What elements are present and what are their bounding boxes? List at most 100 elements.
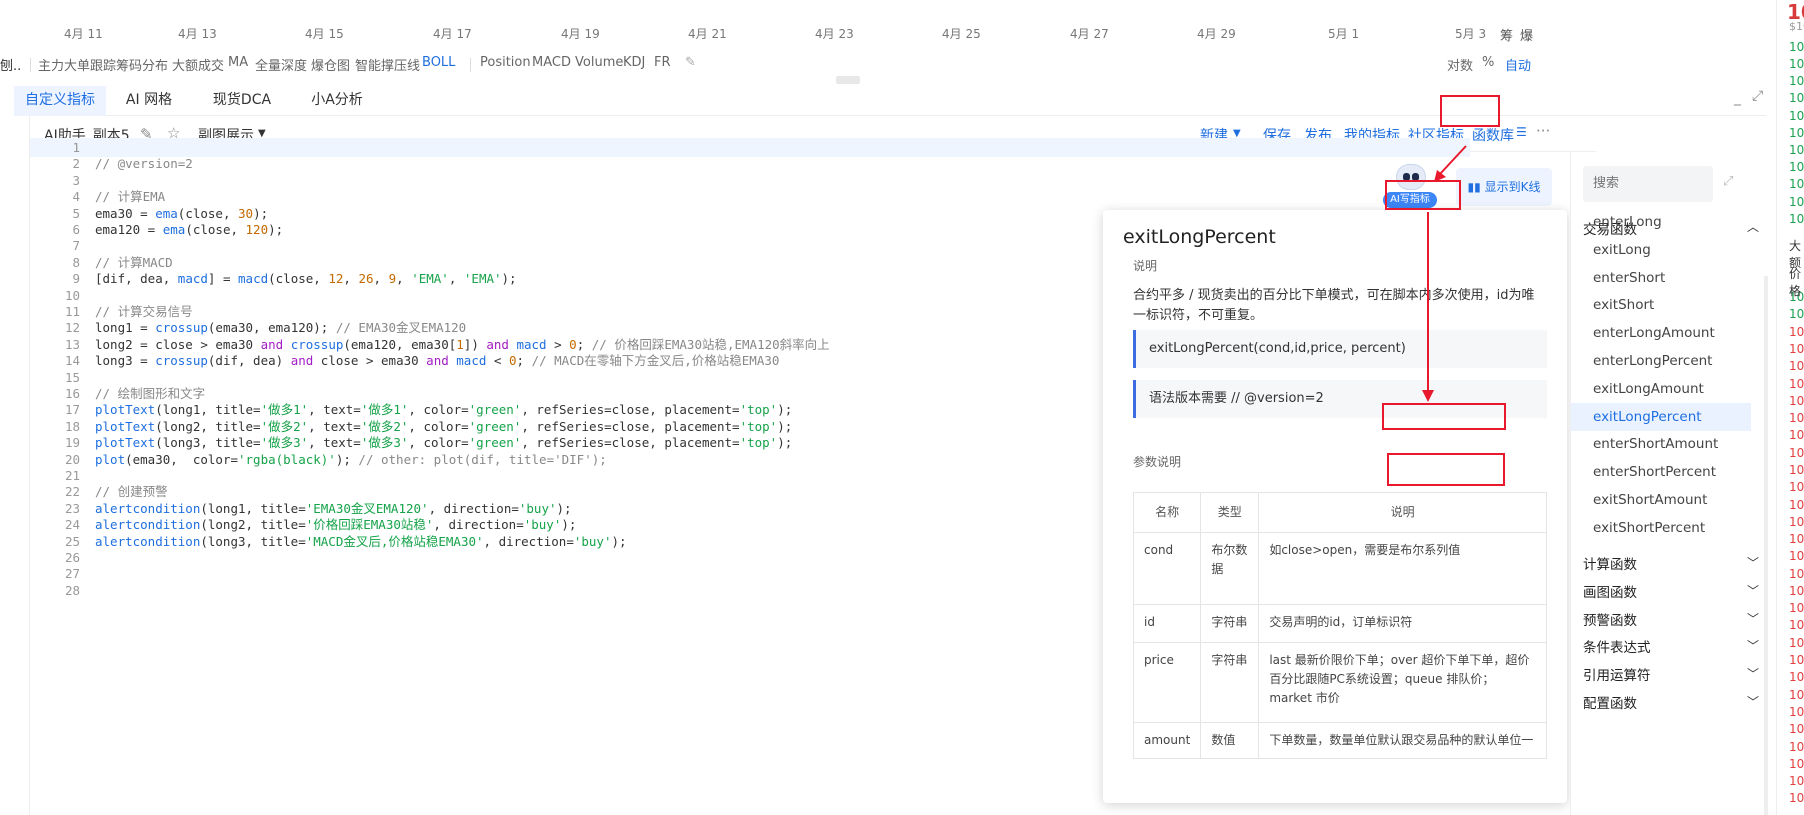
bar-chart-icon: ▮▮ [1467,180,1485,194]
log-scale-toggle[interactable]: 对数 [1447,55,1473,74]
price-level: 10.8 [1789,446,1804,460]
indicator-large-trade[interactable]: 大额成交 [172,55,224,74]
price-level: 10.8 [1789,160,1804,174]
function-help-popup: exitLongPercent 说明 合约平多 / 现货卖出的百分比下单模式，可… [1103,210,1567,803]
chevron-down-icon[interactable]: ﹀ [1747,610,1759,627]
price-level: 10.8 [1789,549,1804,563]
library-scrollbar[interactable] [1764,276,1768,815]
indicator-kdj[interactable]: KDJ [623,55,645,70]
category-item[interactable]: 引用运算符 [1583,664,1651,684]
price-level: 10.8 [1789,670,1804,684]
price-level: 10.8 [1789,636,1804,650]
ai-write-indicator[interactable]: AI写指标 [1380,164,1440,214]
indicator-chip[interactable]: 筹码分布 [116,55,168,74]
percent-toggle[interactable]: % [1482,55,1494,70]
price-level: 10.8 [1789,212,1804,226]
help-desc-label: 说明 [1133,259,1158,273]
function-item-exitShortAmount[interactable]: exitShortAmount [1571,486,1751,514]
indicator-position[interactable]: Position [480,55,531,70]
category-item[interactable]: 条件表达式 [1583,636,1651,656]
date-tick: 5月 3 [1455,27,1487,41]
ai-write-label: AI写指标 [1383,192,1437,208]
chevron-down-icon[interactable]: ﹀ [1747,693,1759,710]
param-name: id [1132,604,1202,643]
edit-icon[interactable]: ✎ [685,55,696,70]
category-item[interactable]: 计算函数 [1583,553,1637,573]
date-tick: 4月 27 [1070,27,1109,41]
category-item[interactable]: 预警函数 [1583,609,1637,629]
date-tick: 4月 25 [942,27,981,41]
param-type: 字符串 [1200,604,1260,643]
table-row: price 字符串 last 最新价限价下单；over 超价下单下单，超价百分比… [1132,642,1547,723]
show-on-kline-button[interactable]: ▮▮ 显示到K线 [1456,168,1552,206]
table-row: cond 布尔数据 如close>open，需要是布尔系列值 [1132,532,1547,605]
date-tick: 4月 13 [178,27,217,41]
indicator-fr[interactable]: FR [654,55,671,70]
function-item-enterShortAmount[interactable]: enterShortAmount [1571,430,1751,458]
price-level: 10.8 [1789,532,1804,546]
category-item[interactable]: 配置函数 [1583,692,1637,712]
left-side-strip [0,116,30,815]
indicator-liquidation[interactable]: 爆仓图 [311,55,350,74]
expand-icon[interactable]: ⤢ [1723,174,1733,189]
function-item-enterLongAmount[interactable]: enterLongAmount [1571,319,1751,347]
indicator-boll[interactable]: BOLL [422,55,455,70]
price-sub: $10 [1789,20,1804,33]
chevron-down-icon[interactable]: ﹀ [1747,582,1759,599]
panel-resize-handle[interactable] [836,76,860,84]
date-tick: 4月 15 [305,27,344,41]
maximize-icon[interactable]: ⤢ [1752,88,1763,104]
function-search-input[interactable] [1583,166,1713,202]
price-level: 10.8 [1789,480,1804,494]
more-icon[interactable]: ··· [1536,122,1550,140]
column-header: 类型 [1200,492,1260,533]
help-signature: exitLongPercent(cond,id,price, percent) [1133,330,1547,368]
function-item-enterShortPercent[interactable]: enterShortPercent [1571,458,1751,486]
minimize-icon[interactable]: _ [1734,90,1741,106]
date-tick: 4月 19 [561,27,600,41]
library-icon: ☰ [1516,125,1527,139]
indicator-macd[interactable]: MACD [532,55,571,70]
function-item-exitShortPercent[interactable]: exitShortPercent [1571,514,1751,542]
function-library-panel: ⤢ 交易函数 ︿ enterLongexitLongenterShortexit… [1570,152,1770,815]
chevron-down-icon[interactable]: ﹀ [1747,554,1759,571]
function-item-enterLongPercent[interactable]: enterLongPercent [1571,347,1751,375]
category-item[interactable]: 画图函数 [1583,581,1637,601]
indicator-volume[interactable]: Volume [575,55,623,70]
tab-ai-grid[interactable]: AI 网格 [106,86,192,116]
function-item-exitLongAmount[interactable]: exitLongAmount [1571,375,1751,403]
price-level: 10.8 [1789,177,1804,191]
chip-toggle[interactable]: 筹 [1500,25,1513,44]
function-item-enterLong[interactable]: enterLong [1571,208,1751,236]
indicator-ma[interactable]: MA [228,55,248,70]
function-item-exitShort[interactable]: exitShort [1571,291,1751,319]
function-item-exitLong[interactable]: exitLong [1571,236,1751,264]
chevron-down-icon[interactable]: ﹀ [1747,665,1759,682]
date-tick: 4月 23 [815,27,854,41]
indicator-depth[interactable]: 全量深度 [255,55,307,74]
indicator-toolbar: 刨.. 主力大单跟踪 筹码分布 大额成交 MA 全量深度 爆仓图 智能撑压线 B… [0,52,1770,78]
chevron-down-icon[interactable]: ﹀ [1747,637,1759,654]
param-type: 数值 [1200,722,1260,759]
indicator-support[interactable]: 智能撑压线 [355,55,420,74]
date-tick: 4月 11 [64,27,103,41]
params-label: 参数说明 [1133,455,1182,469]
auto-scale-toggle[interactable]: 自动 [1505,55,1531,74]
function-item-enterShort[interactable]: enterShort [1571,264,1751,292]
price-level: 10.8 [1789,91,1804,105]
tab-xiaoa-analysis[interactable]: 小A分析 [292,86,382,116]
table-row: id 字符串 交易声明的id，订单标识符 [1132,604,1547,643]
app-root: 4月 11 4月 13 4月 15 4月 17 4月 19 4月 21 4月 2… [0,0,1804,815]
function-item-exitLongPercent[interactable]: exitLongPercent [1571,402,1751,431]
price-level: 10.8 [1789,515,1804,529]
tab-custom-indicator[interactable]: 自定义指标 [14,86,106,116]
liquidation-toggle[interactable]: 爆 [1520,25,1533,44]
function-library-button[interactable]: 函数库 [1472,125,1514,145]
price-level: 10.8 [1789,705,1804,719]
date-tick: 4月 17 [433,27,472,41]
price-axis: 10 $10 10.810.810.810.810.810.810.810.81… [1776,0,1804,815]
column-header: 说明 [1258,492,1547,533]
indicator-main-order[interactable]: 主力大单跟踪 [38,55,116,74]
price-level: 10.8 [1789,567,1804,581]
tab-spot-dca[interactable]: 现货DCA [192,86,292,116]
